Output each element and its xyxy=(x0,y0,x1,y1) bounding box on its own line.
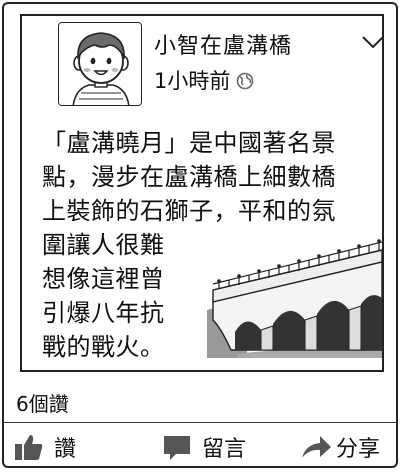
share-button[interactable]: 分享 xyxy=(300,430,380,464)
bridge-illustration xyxy=(207,239,382,358)
speech-bubble-icon xyxy=(164,436,190,460)
comment-label: 留言 xyxy=(202,437,247,462)
post-line: 上裝飾的石獅子，平和的氛 xyxy=(42,197,336,225)
post-line: 戰的戰火。 xyxy=(42,333,165,361)
thumbs-up-icon xyxy=(15,435,43,460)
post-line: 想像這裡曾 xyxy=(42,265,165,293)
share-label: 分享 xyxy=(336,437,381,462)
share-arrow-icon xyxy=(302,436,331,458)
divider xyxy=(4,422,396,423)
post-line: 圍讓人很難 xyxy=(42,231,165,259)
like-label: 讚 xyxy=(54,437,77,462)
post-line: 引爆八年抗 xyxy=(42,299,165,327)
comment-button[interactable]: 留言 xyxy=(162,430,246,464)
like-button[interactable]: 讚 xyxy=(14,430,76,464)
post-card: 小智在盧溝橋 1小時前 「盧溝曉月」是中國著名景 點，漫步在盧溝橋上細數橋 上裝… xyxy=(2,2,398,468)
like-count[interactable]: 6個讚 xyxy=(16,388,69,417)
post-line: 點，漫步在盧溝橋上細數橋 xyxy=(42,163,336,191)
post-line: 「盧溝曉月」是中國著名景 xyxy=(42,129,336,157)
post-content-box: 小智在盧溝橋 1小時前 「盧溝曉月」是中國著名景 點，漫步在盧溝橋上細數橋 上裝… xyxy=(20,14,384,372)
